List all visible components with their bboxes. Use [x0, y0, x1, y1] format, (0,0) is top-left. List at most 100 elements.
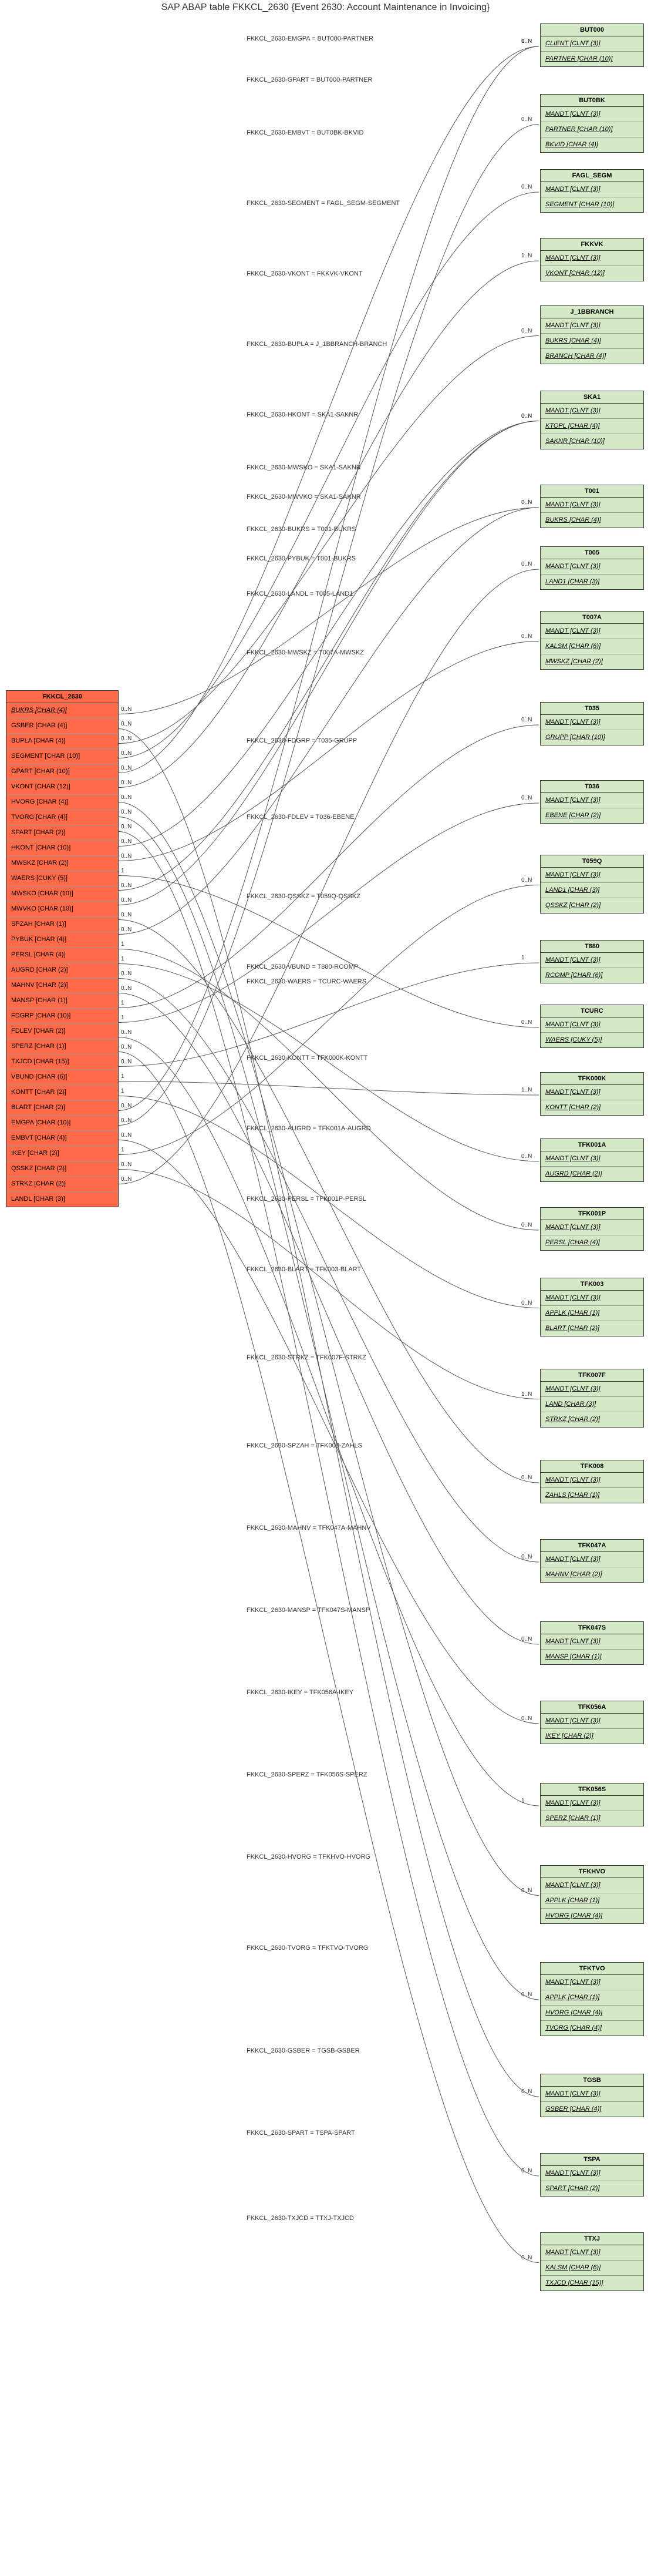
- table-field: MANDT [CLNT (3)]: [541, 2166, 643, 2181]
- table-field: KTOPL [CHAR (4)]: [541, 418, 643, 434]
- table-field: RCOMP [CHAR (6)]: [541, 968, 643, 983]
- cardinality-left: 0..N: [121, 897, 131, 904]
- cardinality-left: 0..N: [121, 882, 131, 889]
- table-field: SPERZ [CHAR (1)]: [6, 1039, 118, 1054]
- relationship-edge: [119, 569, 539, 1184]
- relationship-edge: [119, 421, 539, 847]
- table-field: FDLEV [CHAR (2)]: [6, 1023, 118, 1039]
- table-field: HVORG [CHAR (4)]: [6, 794, 118, 810]
- table-field: LANDL [CHAR (3)]: [6, 1191, 118, 1207]
- table-field: EBENE [CHAR (2)]: [541, 808, 643, 823]
- cardinality-left: 0..N: [121, 735, 131, 742]
- table-field: MANDT [CLNT (3)]: [541, 624, 643, 639]
- relationship-edge: [119, 46, 539, 773]
- table-field: QSSKZ [CHAR (2)]: [6, 1161, 118, 1176]
- table-box-FAGL_SEGM: FAGL_SEGMMANDT [CLNT (3)]SEGMENT [CHAR (…: [540, 169, 644, 213]
- relationship-edge: [119, 1170, 539, 1399]
- table-field: BRANCH [CHAR (4)]: [541, 348, 643, 364]
- edge-label: FKKCL_2630-TXJCD = TTXJ-TXJCD: [247, 2215, 354, 2222]
- table-header: TFK047S: [541, 1622, 643, 1634]
- table-header: TFK001A: [541, 1139, 643, 1151]
- table-field: SPART [CHAR (2)]: [541, 2181, 643, 2196]
- edge-label: FKKCL_2630-AUGRD = TFK001A-AUGRD: [247, 1125, 371, 1132]
- edge-label: FKKCL_2630-STRKZ = TFK007F-STRKZ: [247, 1354, 366, 1361]
- table-box-TFK056S: TFK056SMANDT [CLNT (3)]SPERZ [CHAR (1)]: [540, 1783, 644, 1826]
- cardinality-right: 0..N: [521, 1991, 532, 1998]
- table-field: STRKZ [CHAR (2)]: [541, 1412, 643, 1427]
- table-field: MANSP [CHAR (1)]: [541, 1649, 643, 1664]
- table-header: TFK056A: [541, 1701, 643, 1714]
- cardinality-left: 0..N: [121, 750, 131, 757]
- table-field: AUGRD [CHAR (2)]: [541, 1166, 643, 1181]
- cardinality-right: 0..N: [521, 561, 532, 567]
- table-field: MANDT [CLNT (3)]: [541, 318, 643, 333]
- relationship-edge: [119, 1052, 539, 2263]
- table-box-TFK001P: TFK001PMANDT [CLNT (3)]PERSL [CHAR (4)]: [540, 1207, 644, 1251]
- table-field: VKONT [CHAR (12)]: [541, 266, 643, 281]
- edge-label: FKKCL_2630-LANDL = T005-LAND1: [247, 590, 353, 597]
- cardinality-right: 0..N: [521, 2168, 532, 2174]
- cardinality-left: 1: [121, 1000, 124, 1006]
- table-field: MANDT [CLNT (3)]: [541, 953, 643, 968]
- relationship-edge: [119, 1082, 539, 1096]
- table-field: MANDT [CLNT (3)]: [541, 1151, 643, 1166]
- edge-label: FKKCL_2630-GSBER = TGSB-GSBER: [247, 2047, 360, 2054]
- table-header: TFK047A: [541, 1540, 643, 1552]
- table-field: HVORG [CHAR (4)]: [541, 2005, 643, 2020]
- cardinality-right: 1..N: [521, 253, 532, 259]
- table-field: SAKNR [CHAR (10)]: [541, 434, 643, 449]
- cardinality-right: 0..N: [521, 1475, 532, 1481]
- edge-label: FKKCL_2630-MANSP = TFK047S-MANSP: [247, 1607, 370, 1614]
- edge-label: FKKCL_2630-SPERZ = TFK056S-SPERZ: [247, 1771, 367, 1778]
- table-field: BUKRS [CHAR (4)]: [6, 703, 118, 718]
- table-header: T880: [541, 941, 643, 953]
- cardinality-left: 0..N: [121, 1161, 131, 1168]
- edge-label: FKKCL_2630-BUKRS = T001-BUKRS: [247, 526, 356, 533]
- table-box-TFK047S: TFK047SMANDT [CLNT (3)]MANSP [CHAR (1)]: [540, 1621, 644, 1665]
- cardinality-left: 0..N: [121, 838, 131, 845]
- table-header: TSPA: [541, 2154, 643, 2166]
- table-field: APPLK [CHAR (1)]: [541, 1990, 643, 2005]
- edge-label: FKKCL_2630-EMGPA = BUT000-PARTNER: [247, 35, 373, 42]
- table-field: CLIENT [CLNT (3)]: [541, 36, 643, 51]
- table-field: APPLK [CHAR (1)]: [541, 1893, 643, 1908]
- relationship-edge: [119, 642, 539, 861]
- table-field: GRUPP [CHAR (10)]: [541, 730, 643, 745]
- cardinality-left: 0..N: [121, 1117, 131, 1124]
- cardinality-right: 1..N: [521, 1087, 532, 1093]
- cardinality-left: 1: [121, 1088, 124, 1094]
- edge-label: FKKCL_2630-HVORG = TFKHVO-HVORG: [247, 1853, 370, 1860]
- edge-label: FKKCL_2630-TVORG = TFKTVO-TVORG: [247, 1944, 368, 1952]
- cardinality-right: 0..N: [521, 1153, 532, 1160]
- table-field: MANDT [CLNT (3)]: [541, 1878, 643, 1893]
- table-field: MANDT [CLNT (3)]: [541, 1796, 643, 1811]
- cardinality-left: 0..N: [121, 1044, 131, 1050]
- relationship-edge: [119, 949, 539, 1231]
- table-field: MANDT [CLNT (3)]: [541, 404, 643, 418]
- edge-label: FKKCL_2630-KONTT = TFK000K-KONTT: [247, 1054, 368, 1062]
- table-field: MWSKZ [CHAR (2)]: [541, 654, 643, 669]
- table-header: T007A: [541, 612, 643, 624]
- table-field: TXJCD [CHAR (15)]: [6, 1054, 118, 1069]
- table-field: MANDT [CLNT (3)]: [541, 2245, 643, 2260]
- table-field: MANDT [CLNT (3)]: [541, 251, 643, 266]
- cardinality-right: 0..N: [521, 795, 532, 801]
- cardinality-left: 1: [121, 941, 124, 948]
- table-field: BUKRS [CHAR (4)]: [541, 512, 643, 528]
- cardinality-left: 0..N: [121, 780, 131, 786]
- table-field: GSBER [CHAR (4)]: [6, 718, 118, 733]
- table-field: MANDT [CLNT (3)]: [541, 1085, 643, 1100]
- cardinality-right: 0..N: [521, 184, 532, 190]
- cardinality-right: 0..N: [521, 1019, 532, 1026]
- table-header: SKA1: [541, 391, 643, 404]
- relationship-edge: [119, 817, 539, 2000]
- table-field: PARTNER [CHAR (10)]: [541, 51, 643, 66]
- table-field: PYBUK [CHAR (4)]: [6, 932, 118, 947]
- table-field: SEGMENT [CHAR (10)]: [6, 748, 118, 764]
- cardinality-left: 1: [121, 956, 124, 962]
- table-header: T059Q: [541, 855, 643, 868]
- table-header: TCURC: [541, 1005, 643, 1017]
- cardinality-left: 0..N: [121, 926, 131, 933]
- table-field: MANDT [CLNT (3)]: [541, 715, 643, 730]
- cardinality-right: 0..N: [521, 633, 532, 640]
